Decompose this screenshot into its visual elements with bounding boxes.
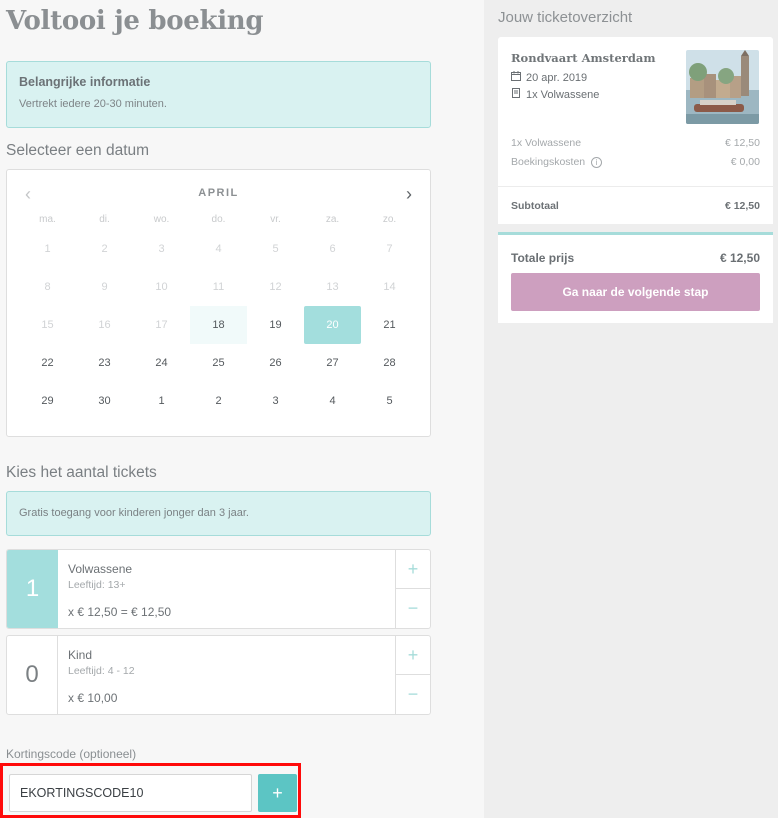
discount-highlight-frame: + [0, 763, 301, 818]
calendar-day[interactable]: 24 [133, 344, 190, 382]
calendar-day[interactable]: 3 [247, 382, 304, 420]
line-value: € 12,50 [724, 137, 760, 149]
calendar-day: 15 [41, 319, 54, 331]
calendar-day[interactable]: 29 [19, 382, 76, 420]
tour-tickets: 1x Volwassene [526, 88, 600, 101]
calendar-day[interactable]: 28 [361, 344, 418, 382]
calendar-day: 8 [44, 281, 51, 293]
ticket-name: Kind [68, 648, 93, 662]
ticket-row-child: 0 Kind Leeftijd: 4 - 12 x € 10,00 + − [6, 635, 431, 715]
tour-tickets-row: 1x Volwassene [511, 88, 599, 101]
calendar-day: 9 [101, 281, 108, 293]
calendar-day: 4 [215, 243, 222, 255]
date-section-heading: Selecteer een datum [6, 142, 150, 159]
total-value: € 12,50 [719, 251, 760, 265]
quantity-stepper: + − [395, 636, 430, 714]
quantity-stepper: + − [395, 550, 430, 628]
calendar-day[interactable]: 2 [190, 382, 247, 420]
calendar-day[interactable]: 4 [304, 382, 361, 420]
calendar-day[interactable]: 26 [247, 344, 304, 382]
subtotal-value: € 12,50 [724, 199, 760, 212]
calendar-day[interactable]: 22 [19, 344, 76, 382]
important-info-box: Belangrijke informatie Vertrekt iedere 2… [6, 61, 431, 128]
calendar-month: APRIL [198, 187, 239, 199]
ticket-quantity: 1 [7, 550, 58, 628]
ticket-name: Volwassene [68, 562, 133, 576]
calendar-day[interactable]: 27 [304, 344, 361, 382]
calendar-day[interactable]: 23 [76, 344, 133, 382]
calendar-day-selected[interactable]: 20 [304, 306, 361, 344]
weekday-label: ma. [39, 214, 56, 225]
ticket-price: x € 12,50 = € 12,50 [68, 605, 172, 619]
ticket-row-adult: 1 Volwassene Leeftijd: 13+ x € 12,50 = €… [6, 549, 431, 629]
weekday-label: za. [325, 214, 340, 225]
info-title: Belangrijke informatie [19, 75, 151, 89]
weekday-label: do. [211, 214, 226, 225]
tour-image [686, 50, 759, 124]
calendar-day: 6 [329, 243, 336, 255]
decrement-button[interactable]: − [396, 589, 430, 628]
calendar-day: 17 [155, 319, 168, 331]
increment-button[interactable]: + [396, 550, 430, 589]
ticket-icon [511, 88, 521, 101]
calendar-day[interactable]: 19 [247, 306, 304, 344]
info-text: Vertrekt iedere 20-30 minuten. [19, 98, 167, 110]
calendar-day: 10 [155, 281, 168, 293]
next-step-button[interactable]: Ga naar de volgende stap [511, 273, 760, 311]
total-row: Totale prijs € 12,50 [511, 251, 760, 265]
calendar-day: 1 [44, 243, 51, 255]
line-value: € 0,00 [730, 156, 760, 168]
summary-sidebar: Jouw ticketoverzicht Rondvaart Amsterdam… [484, 0, 778, 818]
decrement-button[interactable]: − [396, 675, 430, 714]
tickets-section-heading: Kies het aantal tickets [6, 464, 157, 481]
calendar-day: 14 [383, 281, 396, 293]
weekday-label: vr. [270, 214, 281, 225]
info-icon[interactable]: i [591, 156, 603, 168]
summary-line: 1x Volwassene € 12,50 [511, 137, 760, 149]
total-label: Totale prijs [511, 251, 575, 265]
calendar-day[interactable]: 21 [361, 306, 418, 344]
calendar-day: 13 [326, 281, 339, 293]
calendar-day[interactable]: 18 [190, 306, 247, 344]
line-label: 1x Volwassene [511, 137, 582, 149]
calendar-day: 12 [269, 281, 282, 293]
ticket-age: Leeftijd: 4 - 12 [68, 665, 135, 677]
tour-date-row: 20 apr. 2019 [511, 71, 587, 84]
increment-button[interactable]: + [396, 636, 430, 675]
total-card: Totale prijs € 12,50 Ga naar de volgende… [498, 232, 773, 323]
calendar-day[interactable]: 1 [133, 382, 190, 420]
apply-discount-button[interactable]: + [258, 774, 297, 812]
calendar-day: 2 [101, 243, 108, 255]
summary-heading: Jouw ticketoverzicht [498, 9, 633, 26]
weekday-label: wo. [153, 214, 170, 225]
subtotal-label: Subtotaal [511, 199, 559, 212]
ticket-price: x € 10,00 [68, 691, 118, 705]
line-label: Boekingskosten [511, 156, 586, 168]
page-title: Voltooi je boeking [6, 6, 264, 36]
calendar: ‹ APRIL › ma. di. wo. do. vr. za. zo. 1 2 3 4 5 6 7 8 9… [6, 169, 431, 437]
calendar-grid: ma. di. wo. do. vr. za. zo. 1 2 3 4 5 6 7 8 9 10 11 12 13 14… [19, 210, 418, 420]
calendar-day: 11 [212, 281, 225, 293]
tour-name: Rondvaart Amsterdam [511, 51, 656, 65]
subtotal-row: Subtotaal € 12,50 [498, 186, 773, 224]
weekday-label: zo. [382, 214, 397, 225]
weekday-label: di. [99, 214, 110, 225]
tickets-tip-box: Gratis toegang voor kinderen jonger dan … [6, 491, 431, 536]
calendar-day[interactable]: 30 [76, 382, 133, 420]
calendar-day: 5 [272, 243, 279, 255]
discount-label: Kortingscode (optioneel) [6, 747, 137, 761]
ticket-age: Leeftijd: 13+ [68, 579, 126, 591]
calendar-day[interactable]: 25 [190, 344, 247, 382]
summary-line: Boekingskosten i € 0,00 [511, 156, 760, 168]
calendar-day: 3 [158, 243, 165, 255]
discount-code-input[interactable] [9, 774, 252, 812]
calendar-day: 7 [386, 243, 393, 255]
ticket-quantity: 0 [7, 636, 58, 714]
chevron-right-icon[interactable]: › [406, 184, 412, 204]
calendar-icon [511, 71, 521, 84]
calendar-day: 16 [98, 319, 111, 331]
calendar-day[interactable]: 5 [361, 382, 418, 420]
tour-date: 20 apr. 2019 [526, 71, 588, 84]
